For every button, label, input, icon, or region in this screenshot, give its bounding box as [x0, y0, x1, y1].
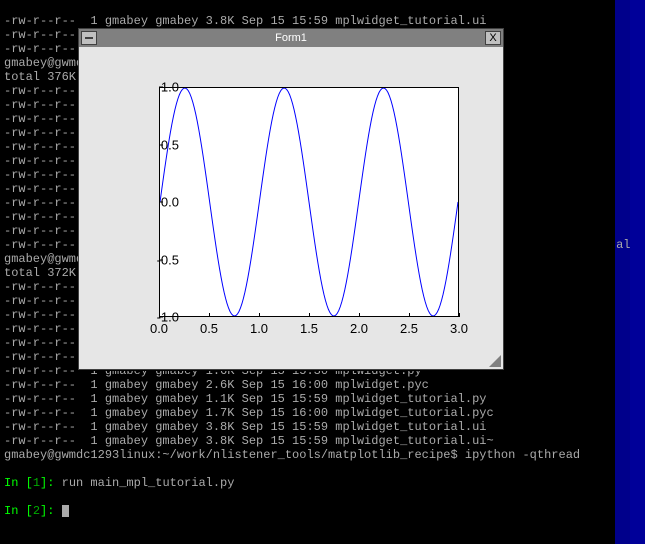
- plot-line: [160, 88, 458, 316]
- x-tick-label: 2.5: [400, 321, 418, 336]
- close-button[interactable]: X: [485, 31, 501, 45]
- x-tick-label: 0.0: [150, 321, 168, 336]
- x-tick-label: 0.5: [200, 321, 218, 336]
- app-window: Form1 X -1.0-0.50.00.51.00.00.51.01.52.0…: [78, 28, 504, 370]
- x-tick-label: 2.0: [350, 321, 368, 336]
- window-menu-icon[interactable]: [81, 31, 97, 45]
- x-tick-label: 1.5: [300, 321, 318, 336]
- plot-figure: -1.0-0.50.00.51.00.00.51.01.52.02.53.0: [99, 67, 483, 349]
- window-title: Form1: [99, 32, 483, 44]
- x-tick-label: 3.0: [450, 321, 468, 336]
- x-tick-label: 1.0: [250, 321, 268, 336]
- window-body: -1.0-0.50.00.51.00.00.51.01.52.02.53.0: [79, 47, 503, 369]
- window-titlebar[interactable]: Form1 X: [79, 29, 503, 47]
- terminal-cursor: [62, 505, 69, 517]
- resize-grip-icon[interactable]: [489, 355, 501, 367]
- plot-axes: [159, 87, 459, 317]
- desktop-background-strip: [630, 0, 645, 544]
